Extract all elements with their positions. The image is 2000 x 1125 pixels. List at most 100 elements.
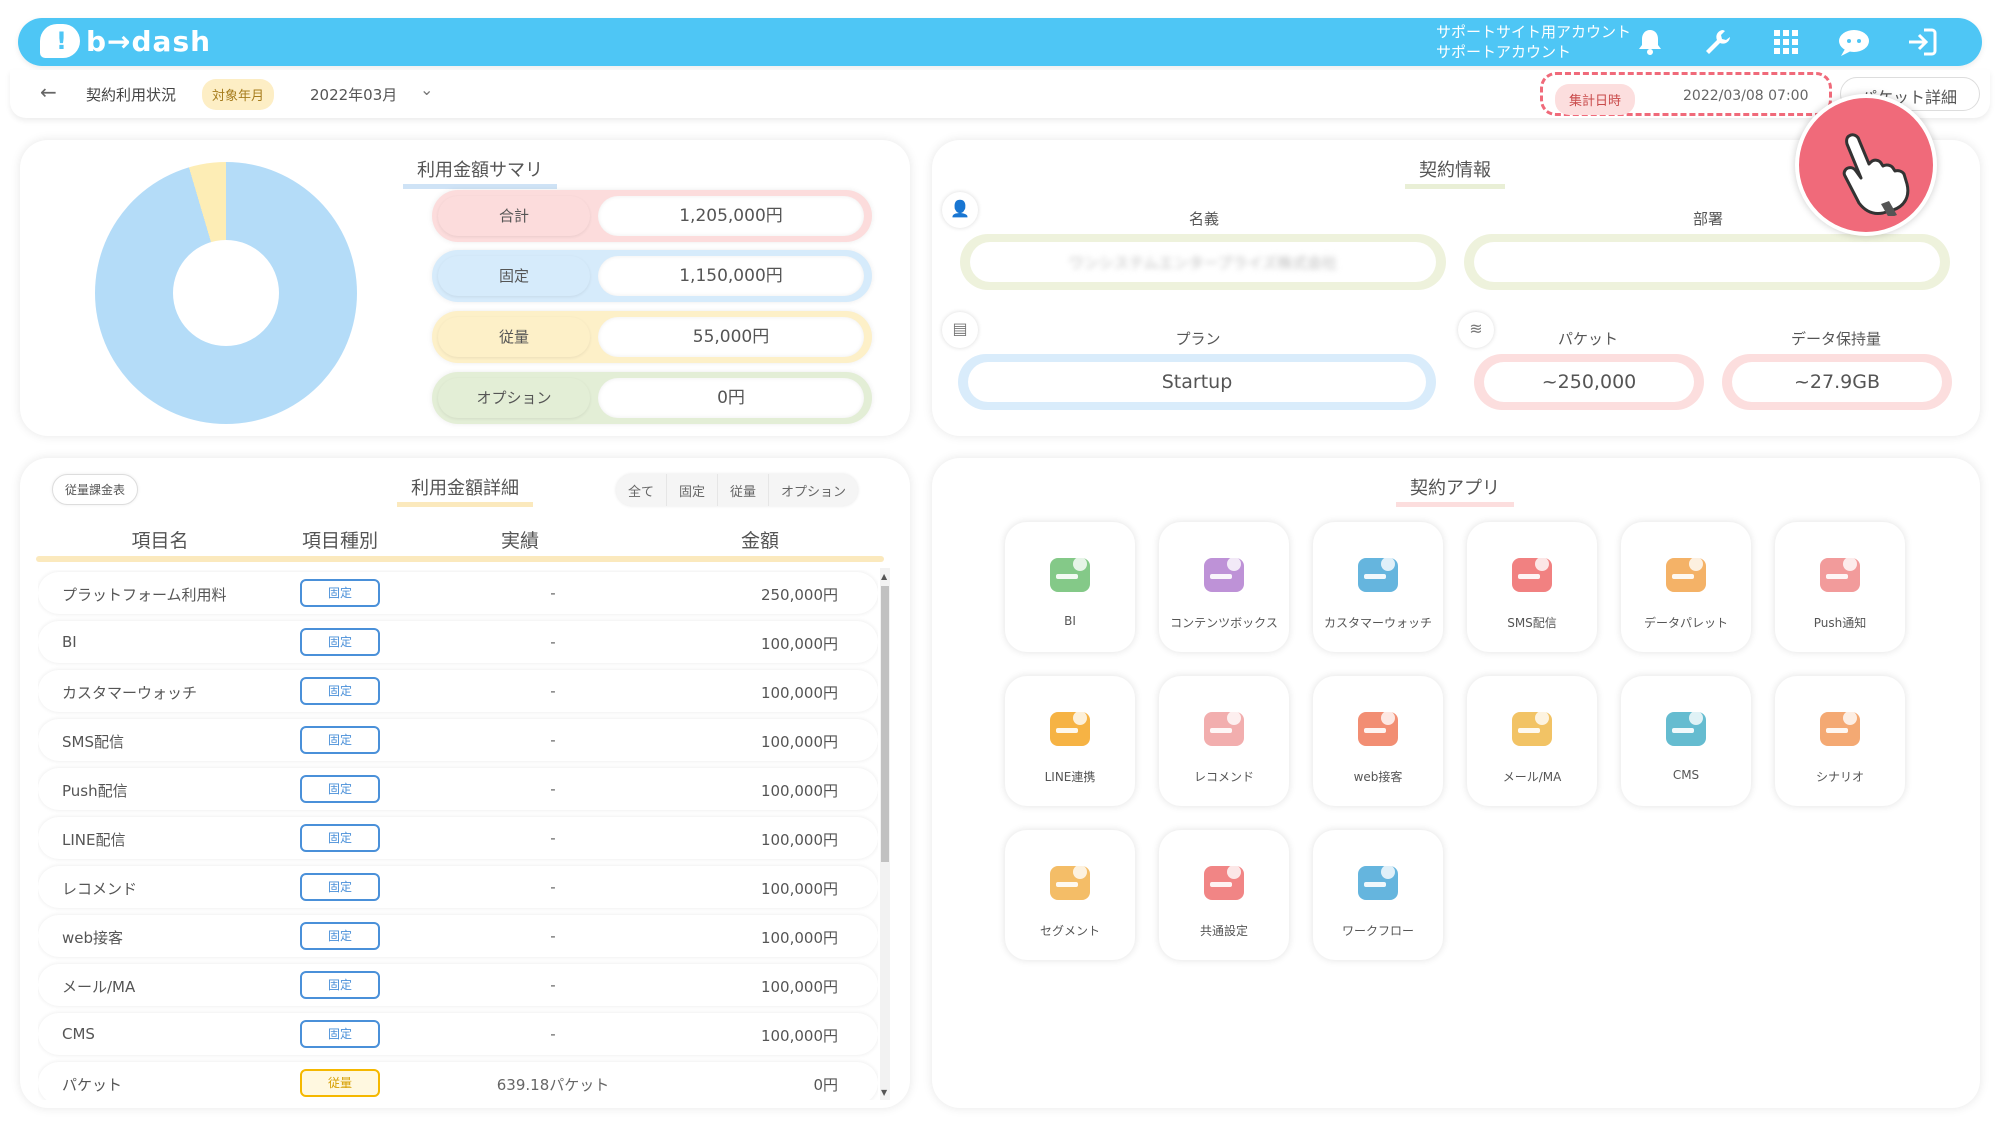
item-actual: -	[550, 584, 556, 602]
app-tile[interactable]: カスタマーウォッチ	[1313, 522, 1443, 652]
item-actual: -	[550, 633, 556, 651]
donut-hole	[173, 240, 279, 346]
magnifier-face-icon	[1352, 552, 1404, 600]
app-label: メール/MA	[1502, 770, 1562, 784]
table-row: レコメンド 固定 - 100,000円	[38, 866, 878, 908]
bdash-logo[interactable]: b→dash	[40, 24, 211, 58]
document-icon: ▤	[942, 312, 978, 348]
logo-bubble-icon	[40, 24, 80, 58]
item-type-badge: 固定	[300, 873, 380, 901]
table-row: SMS配信 固定 - 100,000円	[38, 719, 878, 761]
item-name: SMS配信	[62, 733, 124, 751]
page-title: 契約利用状況	[86, 86, 177, 104]
summary-label: 従量	[438, 317, 590, 357]
app-label: 共通設定	[1199, 924, 1248, 938]
summary-label: オプション	[438, 378, 590, 418]
item-name: BI	[62, 633, 77, 651]
table-row: LINE配信 固定 - 100,000円	[38, 817, 878, 859]
item-actual: -	[550, 780, 556, 798]
item-name: Push配信	[62, 782, 128, 800]
aggregate-time: 2022/03/08 07:00	[1683, 88, 1809, 104]
scroll-down-icon[interactable]: ▼	[881, 1088, 887, 1097]
column-header-actual: 実績	[500, 530, 539, 552]
summary-row-total: 合計 1,205,000円	[432, 190, 872, 242]
item-amount: 100,000円	[760, 684, 838, 702]
app-tile[interactable]: web接客	[1313, 676, 1443, 806]
filter-all[interactable]: 全て	[616, 474, 668, 506]
app-tile[interactable]: BI	[1005, 522, 1135, 652]
scrollbar-thumb[interactable]	[881, 586, 889, 862]
app-tile[interactable]: レコメンド	[1159, 676, 1289, 806]
bi-chart-icon	[1044, 552, 1096, 600]
variable-fee-table-button[interactable]: 従量課金表	[52, 474, 139, 505]
app-tile[interactable]: ワークフロー	[1313, 830, 1443, 960]
app-label: ワークフロー	[1341, 924, 1414, 938]
filter-option[interactable]: オプション	[769, 474, 858, 506]
top-bar: b→dash サポートサイト用アカウント サポートアカウント	[18, 18, 1982, 66]
app-tile[interactable]: データパレット	[1621, 522, 1751, 652]
bell-icon[interactable]	[1630, 23, 1670, 61]
arrow-left-icon[interactable]: ←	[40, 80, 57, 104]
app-label: レコメンド	[1193, 770, 1254, 784]
summary-value: 55,000円	[598, 317, 864, 357]
item-amount: 100,000円	[760, 929, 838, 947]
summary-row-fixed: 固定 1,150,000円	[432, 250, 872, 302]
item-type-badge: 固定	[300, 775, 380, 803]
app-tile[interactable]: CMS	[1621, 676, 1751, 806]
scroll-up-icon[interactable]: ▲	[881, 572, 887, 581]
app-label: web接客	[1353, 770, 1403, 784]
month-select[interactable]: 2022年03月	[310, 84, 397, 105]
table-row: BI 固定 - 100,000円	[38, 621, 878, 663]
app-tile[interactable]: メール/MA	[1467, 676, 1597, 806]
app-tile[interactable]: コンテンツボックス	[1159, 522, 1289, 652]
filter-fixed[interactable]: 固定	[667, 474, 719, 506]
app-tile[interactable]: 共通設定	[1159, 830, 1289, 960]
plan-label: プラン	[1175, 330, 1221, 348]
recommend-chat-icon	[1198, 706, 1250, 754]
item-type-badge: 固定	[300, 824, 380, 852]
item-name: カスタマーウォッチ	[62, 684, 198, 702]
mail-envelope-icon	[1506, 706, 1558, 754]
app-label: シナリオ	[1815, 770, 1864, 784]
item-actual: -	[550, 829, 556, 847]
filter-variable[interactable]: 従量	[718, 474, 770, 506]
table-row: CMS 固定 - 100,000円	[38, 1013, 878, 1055]
detail-title: 利用金額詳細	[365, 474, 565, 507]
settings-gear-icon	[1198, 860, 1250, 908]
table-row: プラットフォーム利用料 固定 - 250,000円	[38, 572, 878, 614]
item-name: LINE配信	[62, 831, 126, 849]
account-info[interactable]: サポートサイト用アカウント サポートアカウント	[1436, 22, 1631, 62]
table-row: パケット 従量 639.18パケット 0円	[38, 1062, 878, 1100]
apps-title: 契約アプリ	[1355, 474, 1555, 507]
sub-bar: ← 契約利用状況 対象年月 2022年03月 ⌄ 集計日時 2022/03/08…	[10, 70, 1990, 118]
app-label: データパレット	[1643, 616, 1728, 630]
name-value: ワンシステムエンタープライズ株式会社	[1068, 254, 1338, 272]
chevron-down-icon[interactable]: ⌄	[420, 80, 433, 99]
app-tile[interactable]: セグメント	[1005, 830, 1135, 960]
app-tile[interactable]: LINE連携	[1005, 676, 1135, 806]
item-type-badge: 固定	[300, 1020, 380, 1048]
item-type-badge: 従量	[300, 1069, 380, 1097]
app-tile[interactable]: SMS配信	[1467, 522, 1597, 652]
grid-icon[interactable]	[1766, 23, 1806, 61]
app-label: CMS	[1672, 768, 1700, 782]
wrench-icon[interactable]	[1698, 23, 1738, 61]
item-actual: 639.18パケット	[496, 1076, 610, 1094]
app-label: Push通知	[1813, 616, 1867, 630]
summary-value: 1,205,000円	[598, 196, 864, 236]
packet-field: ~250,000	[1474, 354, 1704, 410]
name-label: 名義	[1188, 210, 1219, 228]
app-tile[interactable]: シナリオ	[1775, 676, 1905, 806]
item-amount: 100,000円	[760, 880, 838, 898]
logo-text: b→dash	[86, 24, 212, 58]
item-type-badge: 固定	[300, 726, 380, 754]
type-filter-group: 全て 固定 従量 オプション	[616, 474, 859, 506]
item-amount: 250,000円	[760, 586, 838, 604]
app-tile[interactable]: Push通知	[1775, 522, 1905, 652]
item-actual: -	[550, 682, 556, 700]
chat-icon[interactable]	[1834, 23, 1874, 61]
item-type-badge: 固定	[300, 579, 380, 607]
storage-value: ~27.9GB	[1732, 362, 1942, 402]
logout-icon[interactable]	[1902, 23, 1942, 61]
storage-field: ~27.9GB	[1722, 354, 1952, 410]
